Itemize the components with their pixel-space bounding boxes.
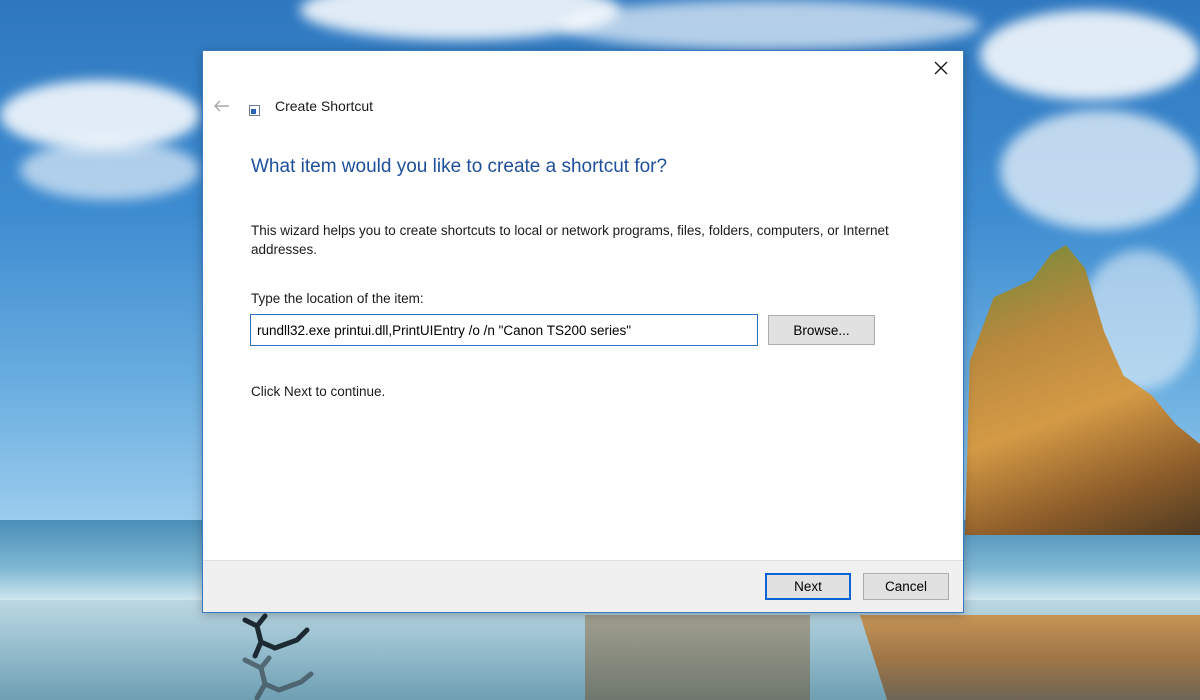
wizard-heading: What item would you like to create a sho…	[251, 156, 668, 177]
back-arrow-icon	[214, 100, 229, 112]
location-input[interactable]	[250, 314, 758, 346]
continue-hint: Click Next to continue.	[251, 384, 386, 399]
wizard-description: This wizard helps you to create shortcut…	[251, 223, 889, 257]
location-label: Type the location of the item:	[251, 291, 424, 306]
next-button[interactable]: Next	[765, 573, 851, 600]
back-button[interactable]	[211, 95, 233, 117]
runner-silhouette	[242, 613, 314, 700]
browse-button[interactable]: Browse...	[768, 315, 875, 345]
close-icon	[934, 61, 948, 75]
create-shortcut-dialog: Create Shortcut What item would you like…	[202, 50, 964, 613]
cancel-button[interactable]: Cancel	[863, 573, 949, 600]
close-button[interactable]	[919, 51, 963, 85]
dialog-footer: Next Cancel	[203, 560, 963, 612]
dialog-title: Create Shortcut	[275, 98, 374, 114]
shortcut-app-icon	[249, 105, 260, 116]
